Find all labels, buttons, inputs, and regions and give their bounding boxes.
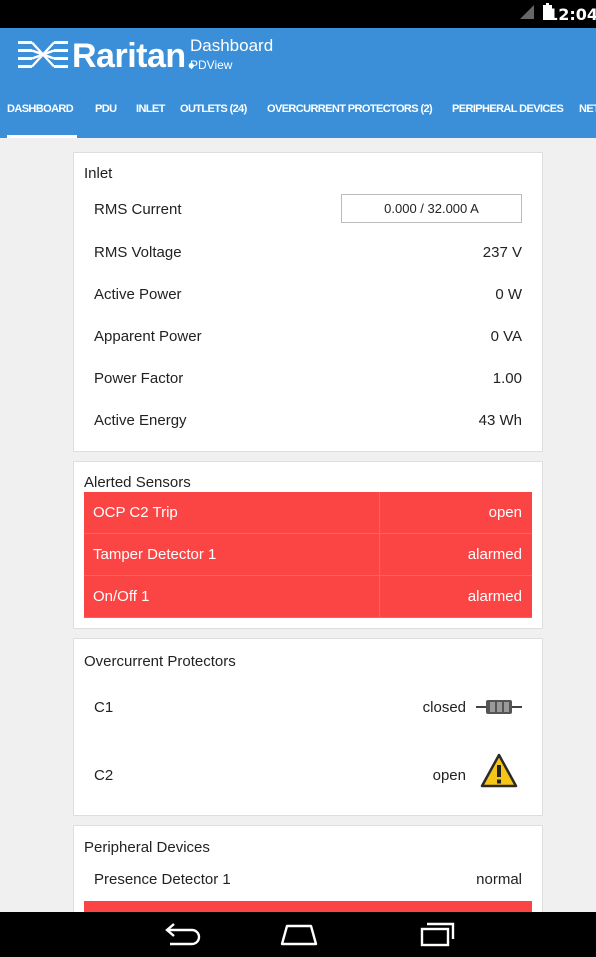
app-bar: Raritan ● Dashboard PDView (0, 28, 596, 84)
sensor-state: open (488, 504, 522, 521)
row-label: Power Factor (94, 369, 184, 387)
row-label: RMS Voltage (94, 243, 182, 261)
tab-bar: DASHBOARD PDU INLET OUTLETS (24) OVERCUR… (0, 84, 596, 138)
card-title: Inlet (84, 165, 113, 182)
ocp-label: C2 (94, 767, 114, 784)
sensor-state: alarmed (467, 588, 522, 605)
tab-dashboard[interactable]: DASHBOARD (7, 84, 78, 138)
alerted-sensors-table: OCP C2 Trip open Tamper Detector 1 alarm… (84, 492, 532, 618)
raritan-logo[interactable]: Raritan ● (18, 36, 195, 76)
sensor-name: On/Off 1 (84, 576, 380, 618)
page-title: Dashboard (190, 36, 274, 55)
dashboard-content[interactable]: Inlet RMS Current 0.000 / 32.000 A RMS V… (0, 138, 596, 912)
card-title: Overcurrent Protectors (84, 653, 236, 670)
row-value: 43 Wh (478, 411, 522, 429)
overcurrent-protectors-card: Overcurrent Protectors C1 closed C2 open (73, 638, 543, 816)
tab-outlets[interactable]: OUTLETS (24) (180, 84, 247, 138)
row-label: Apparent Power (94, 327, 202, 345)
recents-icon[interactable] (416, 920, 456, 948)
inlet-row: Active Power 0 W (94, 274, 522, 314)
table-row[interactable]: On/Off 1 alarmed (84, 576, 532, 618)
card-title: Alerted Sensors (84, 474, 191, 491)
card-title: Peripheral Devices (84, 839, 210, 856)
tab-pdu[interactable]: PDU (95, 84, 117, 138)
ocp-status: open (432, 767, 466, 784)
rms-current-value: 0.000 / 32.000 A (341, 194, 522, 223)
back-icon[interactable] (162, 920, 202, 948)
inlet-card: Inlet RMS Current 0.000 / 32.000 A RMS V… (73, 152, 543, 452)
row-label: Presence Detector 1 (94, 870, 231, 888)
ocp-status: closed (422, 699, 466, 716)
row-value: 237 V (482, 243, 522, 261)
system-nav-bar (0, 912, 596, 957)
alert-row-partial[interactable] (84, 901, 532, 912)
tab-inlet[interactable]: INLET (136, 84, 165, 138)
row-label: Active Power (94, 285, 182, 303)
tab-network[interactable]: NET (579, 84, 596, 138)
sensor-state: alarmed (467, 546, 522, 563)
alerted-sensors-card: Alerted Sensors OCP C2 Trip open Tamper … (73, 461, 543, 629)
table-row[interactable]: Tamper Detector 1 alarmed (84, 534, 532, 576)
inlet-row: Power Factor 1.00 (94, 358, 522, 398)
sensor-name: OCP C2 Trip (84, 492, 380, 534)
fuse-icon (476, 700, 522, 714)
page-subtitle: PDView (190, 58, 233, 72)
clock: 12:04 (547, 5, 596, 24)
home-icon[interactable] (279, 920, 319, 948)
signal-icon (520, 5, 534, 19)
sensor-name: Tamper Detector 1 (84, 534, 380, 576)
inlet-row: Apparent Power 0 VA (94, 316, 522, 356)
brand-name: Raritan (72, 37, 186, 75)
raritan-logo-icon (18, 41, 68, 68)
peripheral-devices-card: Peripheral Devices Presence Detector 1 n… (73, 825, 543, 912)
row-label: RMS Current (94, 200, 182, 218)
table-row[interactable]: OCP C2 Trip open (84, 492, 532, 534)
row-value: normal (476, 870, 522, 888)
peripheral-row[interactable]: Presence Detector 1 normal (94, 859, 522, 899)
warning-icon (480, 753, 518, 788)
tab-overcurrent-protectors[interactable]: OVERCURRENT PROTECTORS (2) (267, 84, 433, 138)
inlet-row: Active Energy 43 Wh (94, 400, 522, 440)
row-label: Active Energy (94, 411, 187, 429)
tab-peripheral-devices[interactable]: PERIPHERAL DEVICES (452, 84, 564, 138)
ocp-label: C1 (94, 699, 114, 716)
row-value: 1.00 (492, 369, 522, 387)
inlet-row: RMS Voltage 237 V (94, 232, 522, 272)
row-value: 0 W (495, 285, 522, 303)
row-value: 0 VA (490, 327, 522, 345)
status-bar: 12:04 (0, 0, 596, 28)
